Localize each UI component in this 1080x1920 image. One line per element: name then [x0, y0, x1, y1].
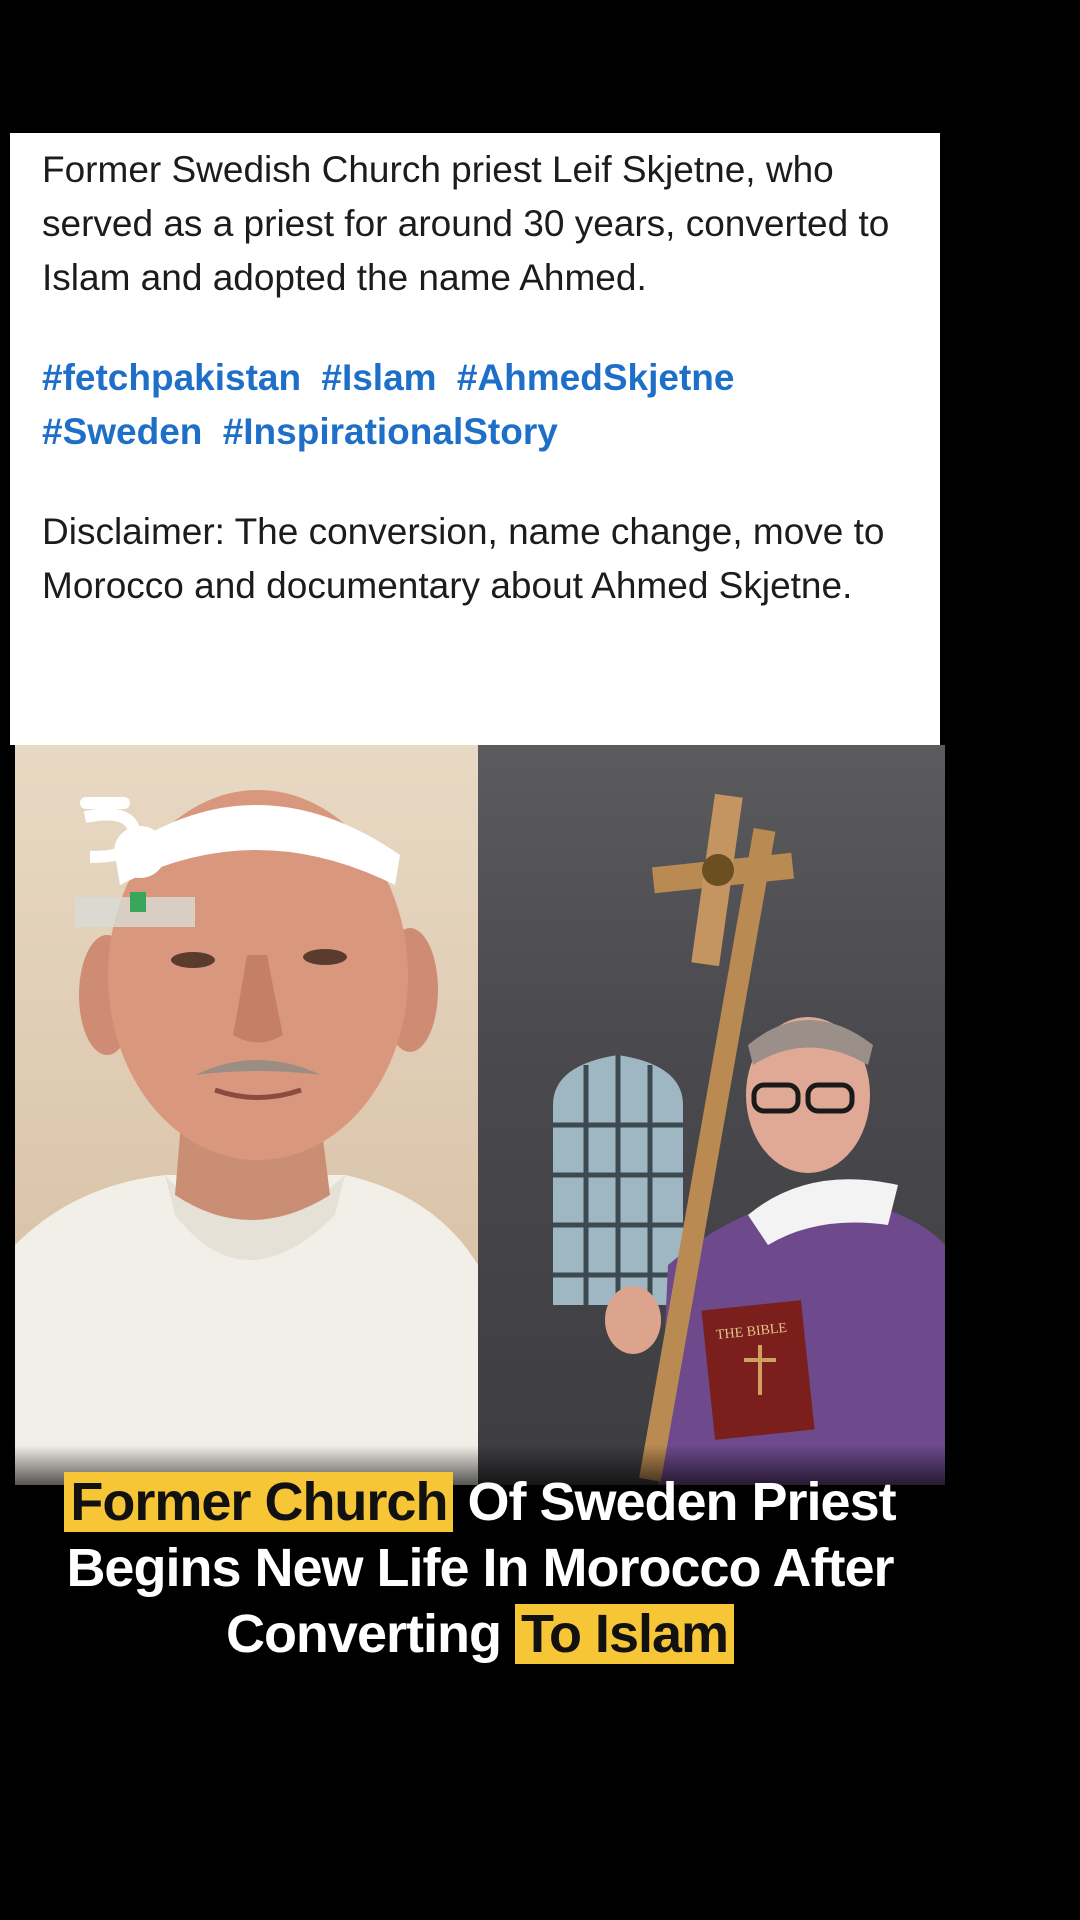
hashtag-list: #fetchpakistan #Islam #AhmedSkjetne #Swe…	[42, 351, 922, 459]
photo-ahmed-skjetne	[15, 745, 478, 1485]
headline-highlight: To Islam	[514, 1604, 735, 1664]
priest-illustration: THE BIBLE	[553, 793, 945, 1485]
disclaimer-text: Disclaimer: The conversion, name change,…	[42, 511, 885, 606]
hashtag-link[interactable]: #AhmedSkjetne	[457, 357, 735, 398]
post-paragraph: Former Swedish Church priest Leif Skjetn…	[42, 149, 890, 298]
post-image[interactable]: THE BIBLE Former Church Of Sweden Priest…	[15, 745, 945, 1725]
headline-highlight: Former Church	[64, 1472, 454, 1532]
hashtag-link[interactable]: #fetchpakistan	[42, 357, 301, 398]
photo-priest: THE BIBLE	[478, 745, 945, 1485]
channel-logo-icon	[75, 797, 195, 942]
hashtag-link[interactable]: #Islam	[321, 357, 436, 398]
headline-text: Former Church Of Sweden Priest Begins Ne…	[15, 1469, 945, 1667]
hashtag-link[interactable]: #InspirationalStory	[223, 411, 558, 452]
post-text-card: Former Swedish Church priest Leif Skjetn…	[10, 133, 940, 745]
hashtag-link[interactable]: #Sweden	[42, 411, 202, 452]
post-caption: Former Swedish Church priest Leif Skjetn…	[42, 143, 922, 613]
